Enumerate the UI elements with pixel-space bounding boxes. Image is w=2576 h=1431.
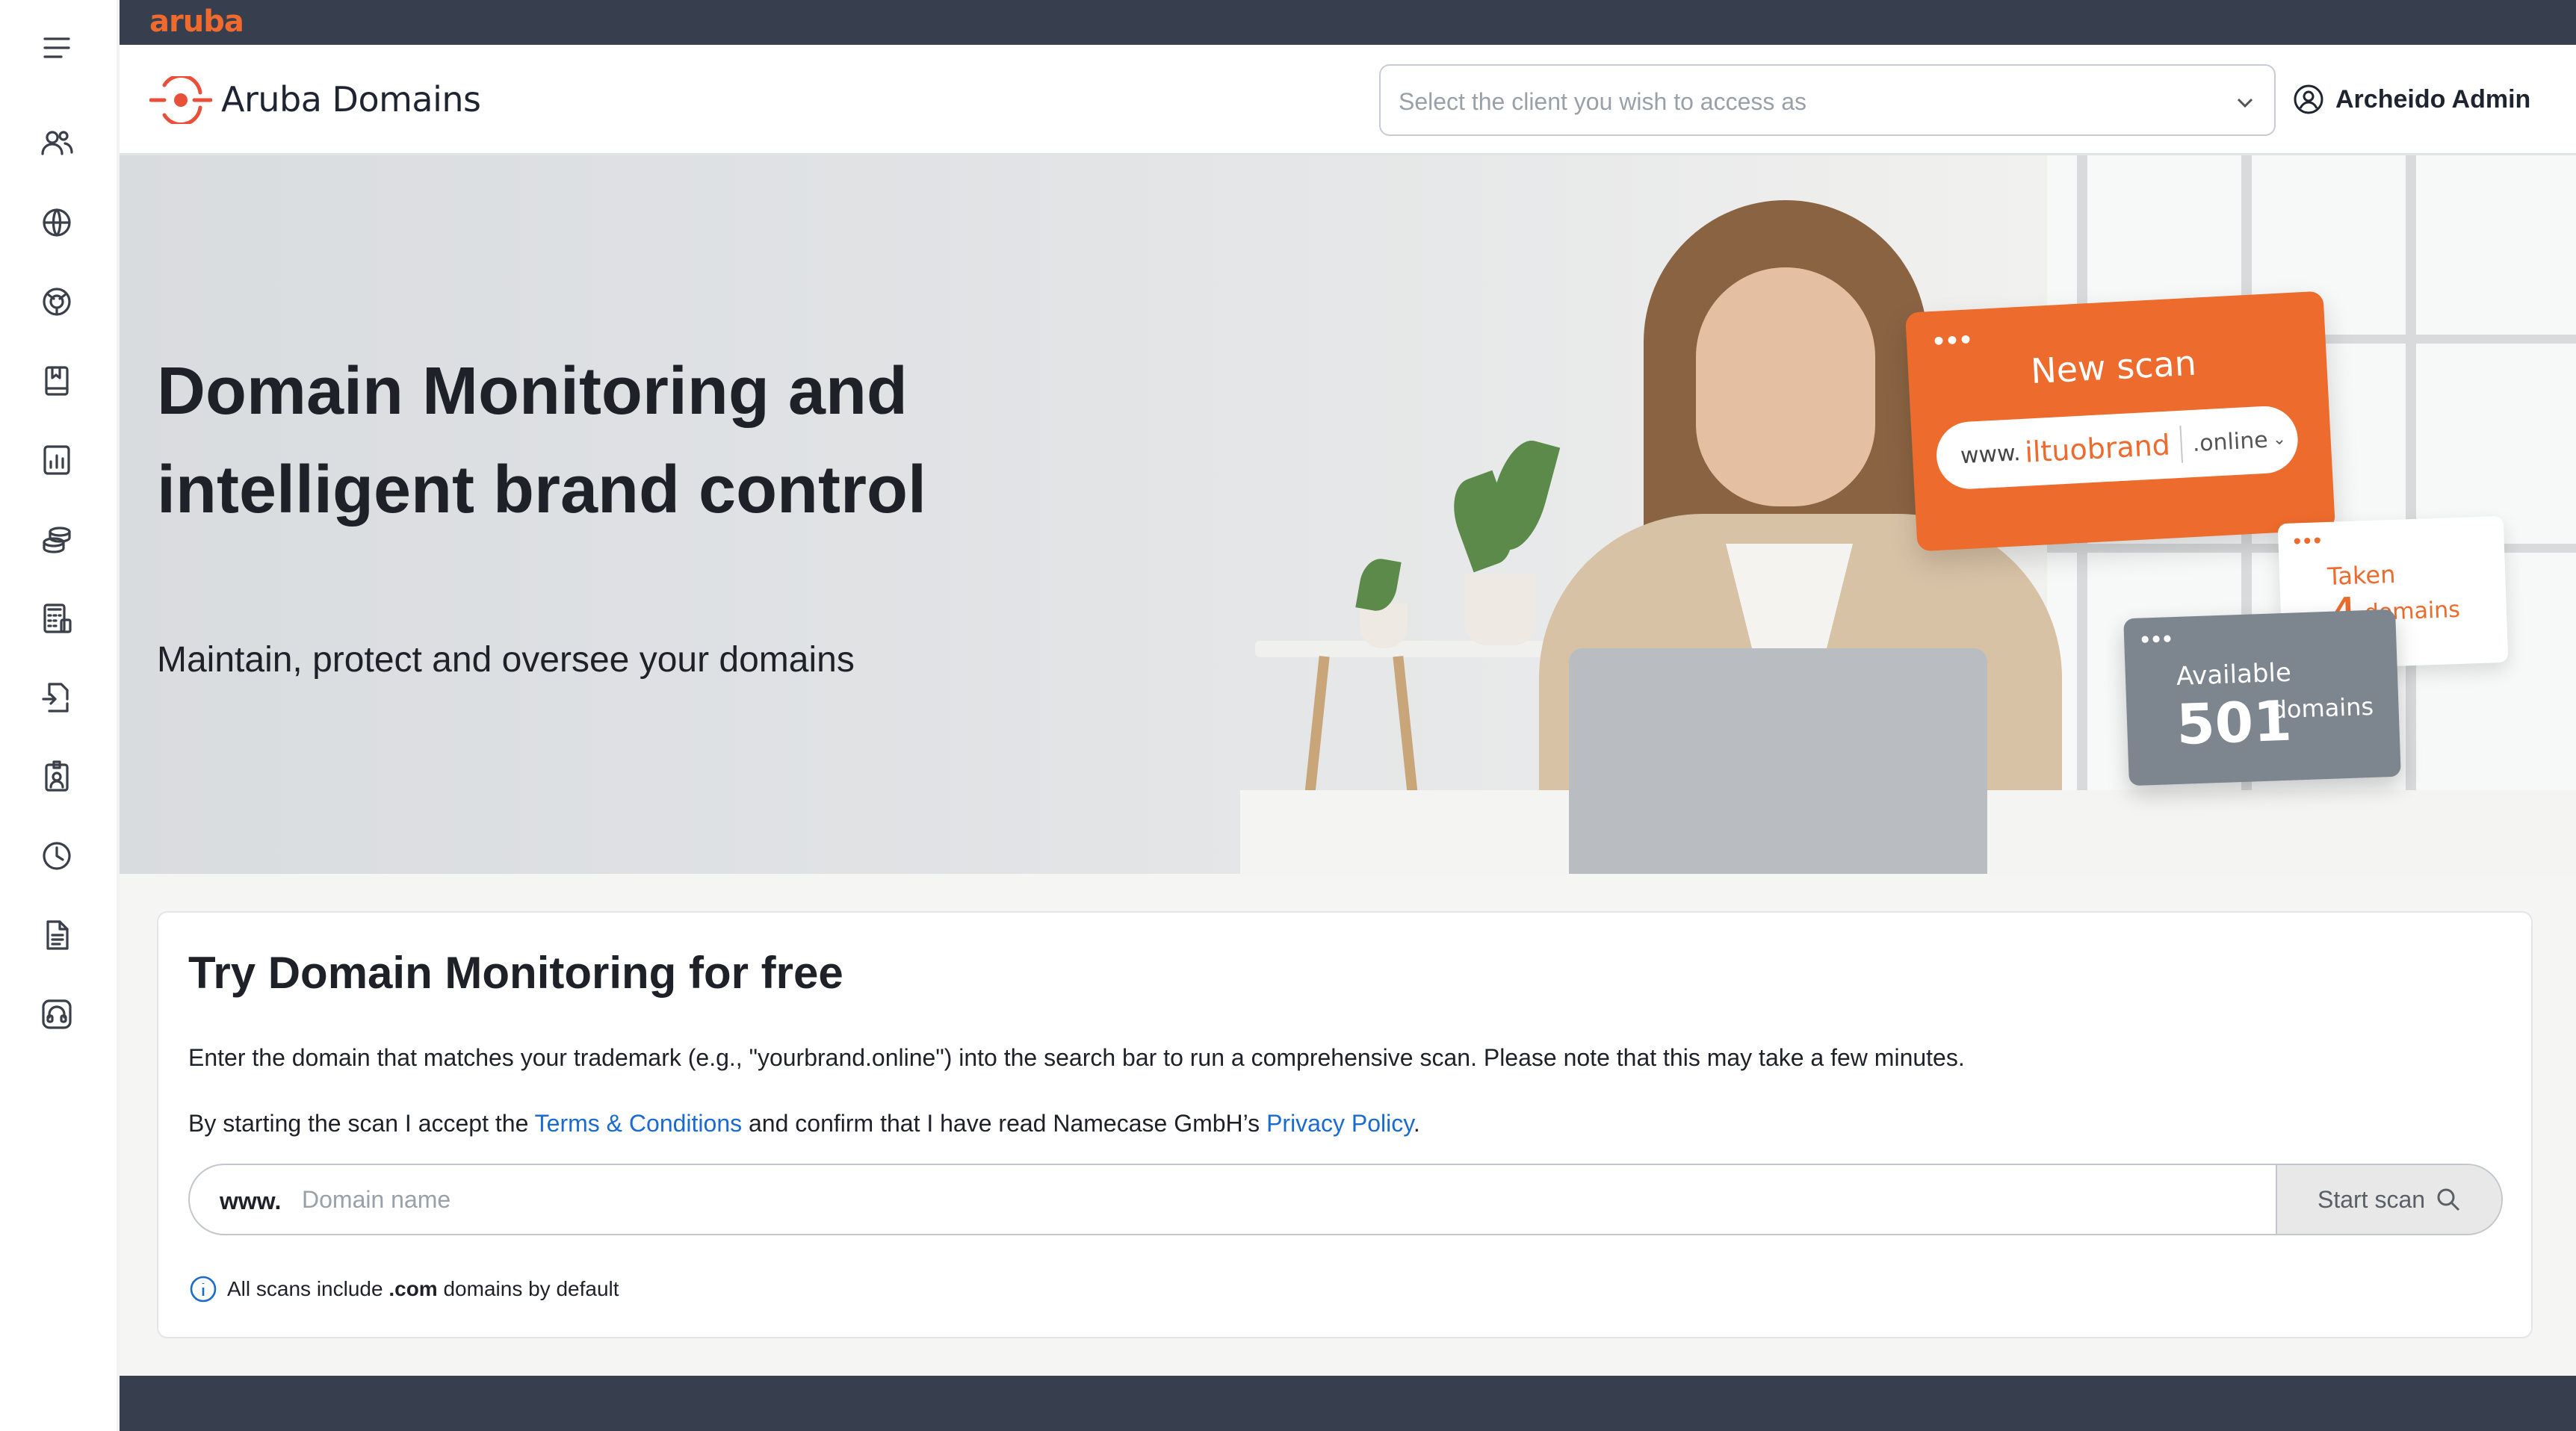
- sidebar-item-monitoring[interactable]: [33, 278, 81, 326]
- sidebar-item-analytics[interactable]: [33, 436, 81, 484]
- hero-person-face: [1696, 267, 1875, 506]
- sidebar-item-contacts[interactable]: [33, 753, 81, 801]
- user-menu[interactable]: Archeido Admin: [2292, 81, 2530, 118]
- chevron-down-icon: [2237, 98, 2253, 108]
- sidebar-item-history[interactable]: [33, 832, 81, 880]
- available-label: Available: [2176, 657, 2292, 692]
- clock-icon: [43, 842, 71, 870]
- note-prefix: All scans include: [227, 1277, 389, 1300]
- users-icon: [41, 131, 73, 155]
- globe-icon: [43, 208, 71, 237]
- plant-pot: [1360, 603, 1408, 648]
- url-tld: .online: [2191, 426, 2269, 457]
- sidebar-item-billing[interactable]: [33, 515, 81, 563]
- card-dots: •••: [2292, 528, 2324, 554]
- sidebar-item-support[interactable]: [33, 990, 81, 1038]
- domain-prefix: www.: [220, 1188, 282, 1214]
- note-bold: .com: [388, 1277, 438, 1300]
- search-icon: [2437, 1188, 2460, 1211]
- terms-link[interactable]: Terms & Conditions: [535, 1110, 742, 1137]
- coins-icon: [43, 527, 71, 553]
- user-name: Archeido Admin: [2335, 84, 2531, 114]
- hero-title: Domain Monitoring and intelligent brand …: [157, 354, 926, 527]
- hero-subtitle: Maintain, protect and oversee your domai…: [157, 640, 855, 680]
- client-select[interactable]: Select the client you wish to access as: [1379, 64, 2276, 136]
- analytics-icon: [43, 445, 70, 475]
- new-scan-card: ••• New scan www. iltuobrand .online ⌄: [1905, 291, 2335, 552]
- hero-banner: ••• New scan www. iltuobrand .online ⌄ •…: [120, 155, 2576, 874]
- available-domains-card: ••• Available 501 domains: [2123, 609, 2401, 786]
- bookmark-book-icon: [45, 366, 69, 396]
- url-separator: [2179, 425, 2184, 463]
- start-scan-button[interactable]: Start scan: [2276, 1165, 2501, 1234]
- aruba-logo: aruba: [149, 4, 244, 39]
- plant-pot: [1464, 574, 1536, 645]
- card-dots: •••: [2140, 624, 2175, 654]
- trial-heading: Try Domain Monitoring for free: [188, 948, 843, 998]
- url-brand: iltuobrand: [2024, 428, 2171, 469]
- sidebar-item-pricing[interactable]: [33, 595, 81, 642]
- consent-middle: and confirm that I have read Namecase Gm…: [742, 1110, 1267, 1137]
- trial-description: Enter the domain that matches your trade…: [188, 1044, 1965, 1071]
- file-text-icon: [46, 920, 69, 950]
- sidebar-item-users[interactable]: [33, 119, 81, 167]
- headset-icon: [42, 999, 72, 1029]
- sidebar-item-documents[interactable]: [33, 911, 81, 959]
- new-scan-title: New scan: [2029, 342, 2198, 392]
- card-dots: •••: [1932, 323, 1975, 358]
- available-unit: domains: [2270, 692, 2374, 724]
- info-icon: [190, 1276, 217, 1303]
- target-globe-icon: [43, 288, 71, 316]
- start-scan-label: Start scan: [2317, 1185, 2426, 1213]
- sidebar: [0, 0, 120, 1431]
- document-transfer-icon: [42, 683, 69, 713]
- consent-prefix: By starting the scan I accept the: [188, 1110, 535, 1137]
- app-header: Aruba Domains Select the client you wish…: [120, 45, 2576, 155]
- privacy-policy-link[interactable]: Privacy Policy: [1266, 1110, 1414, 1137]
- footer-band: [120, 1376, 2576, 1431]
- chevron-down-icon: ⌄: [2271, 429, 2287, 449]
- consent-suffix: .: [1413, 1110, 1420, 1137]
- taken-label: Taken: [2326, 559, 2397, 592]
- sidebar-item-transfers[interactable]: [33, 674, 81, 721]
- menu-icon: [43, 37, 70, 58]
- calculator-icon: [43, 603, 72, 633]
- url-prefix: www.: [1960, 439, 2022, 469]
- domain-search-bar: www. Start scan: [188, 1164, 2503, 1235]
- sidebar-item-catalog[interactable]: [33, 357, 81, 405]
- aruba-domains-logo-icon: [149, 76, 212, 124]
- client-select-placeholder: Select the client you wish to access as: [1399, 88, 1807, 115]
- scan-url-pill: www. iltuobrand .online ⌄: [1934, 404, 2300, 491]
- note-suffix: domains by default: [437, 1277, 619, 1300]
- window-frame: [2406, 155, 2416, 874]
- laptop: [1569, 648, 1987, 874]
- domain-name-input[interactable]: [302, 1176, 2244, 1223]
- scan-info-text: All scans include .com domains by defaul…: [227, 1277, 619, 1301]
- brand-strip: aruba: [120, 0, 2576, 45]
- app-name: Aruba Domains: [221, 79, 481, 119]
- sidebar-item-domains[interactable]: [33, 199, 81, 246]
- id-badge-icon: [45, 760, 69, 792]
- trial-panel: Try Domain Monitoring for free Enter the…: [157, 911, 2533, 1338]
- scan-info-note: All scans include .com domains by defaul…: [188, 1274, 619, 1304]
- consent-text: By starting the scan I accept the Terms …: [188, 1110, 1420, 1137]
- menu-button[interactable]: [33, 24, 81, 72]
- plant-leaf: [1480, 434, 1561, 556]
- user-circle-icon: [2294, 84, 2323, 114]
